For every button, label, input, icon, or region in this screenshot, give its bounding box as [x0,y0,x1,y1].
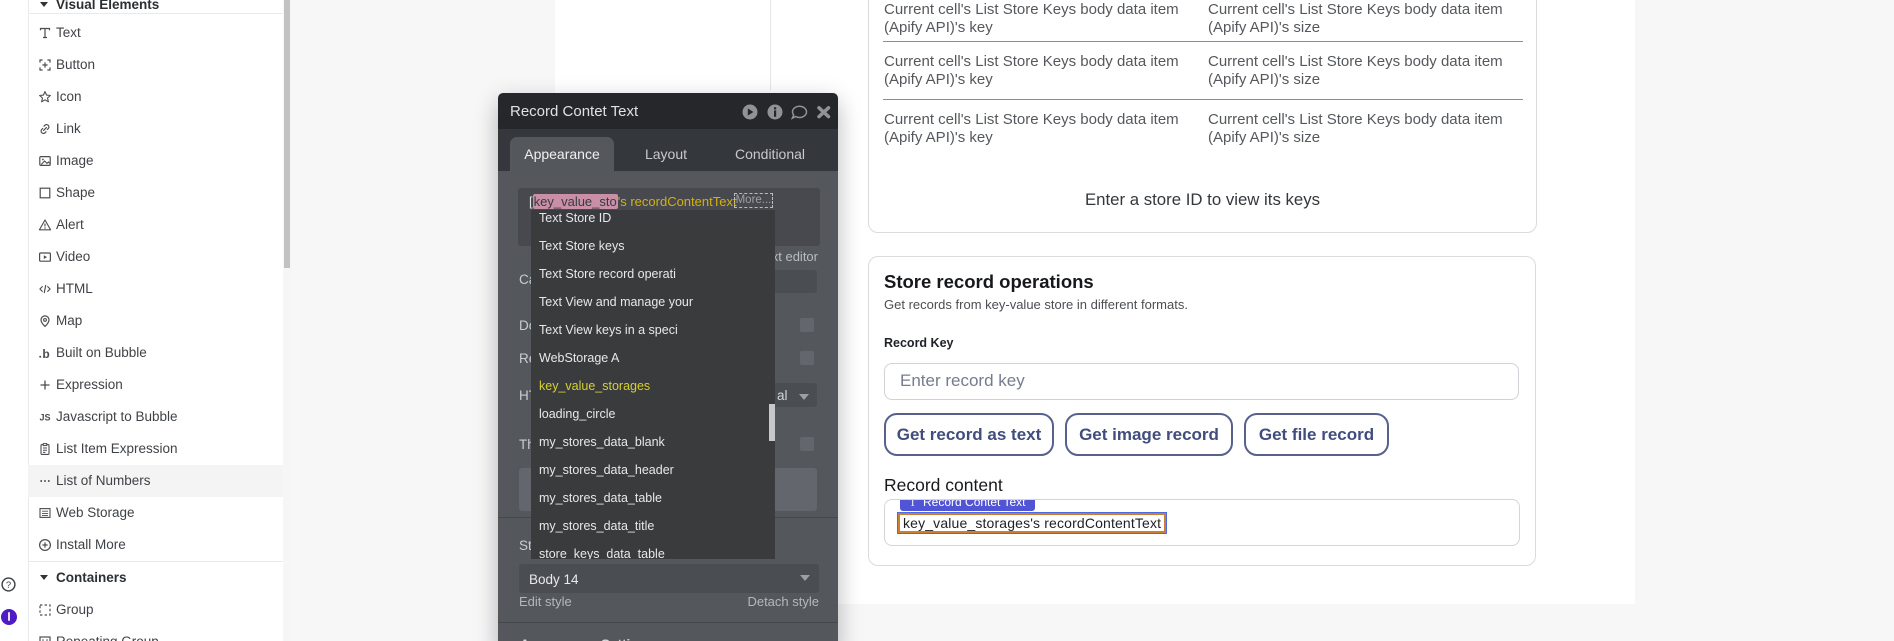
svg-text:b: b [42,347,49,360]
svg-text:JS: JS [39,413,50,423]
svg-text:?: ? [6,580,11,591]
